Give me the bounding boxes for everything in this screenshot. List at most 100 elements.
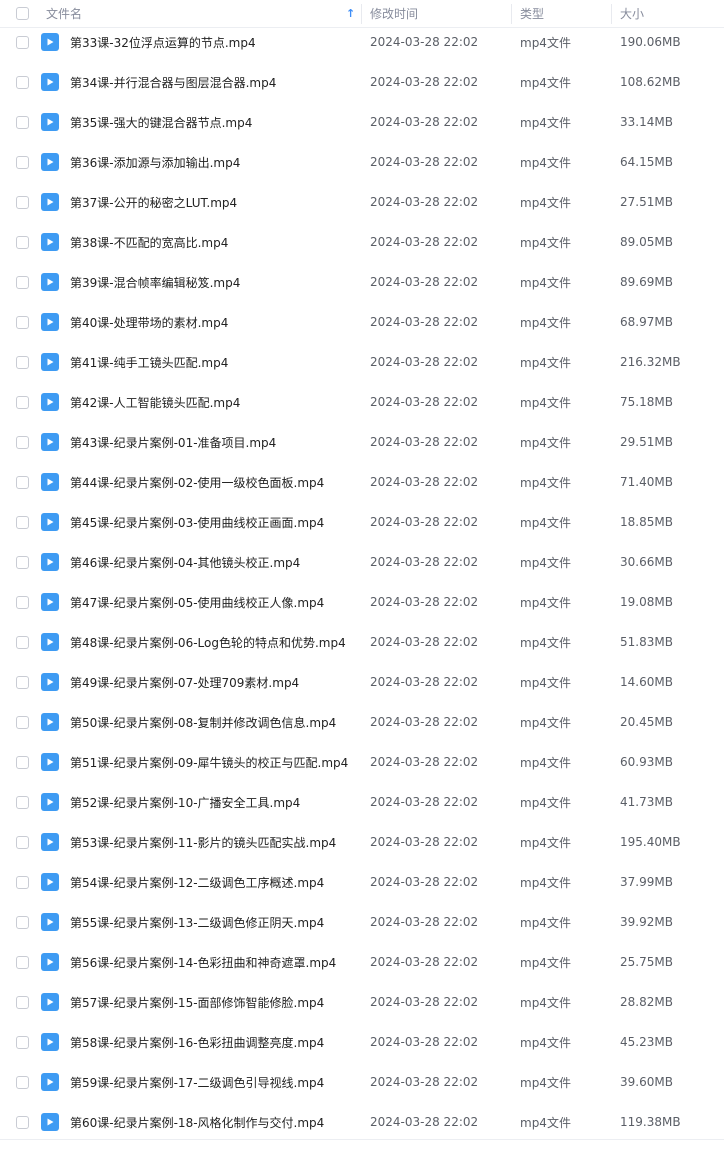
checkbox-icon[interactable] <box>16 235 29 249</box>
checkbox-icon[interactable] <box>16 555 29 569</box>
row-checkbox[interactable] <box>16 502 29 542</box>
checkbox-icon[interactable] <box>16 315 29 329</box>
file-name[interactable]: 第51课-纪录片案例-09-犀牛镜头的校正与匹配.mp4 <box>70 742 348 782</box>
file-row[interactable]: 第33课-32位浮点运算的节点.mp4 2024-03-28 22:02 mp4文件… <box>0 22 724 62</box>
file-name[interactable]: 第35课-强大的键混合器节点.mp4 <box>70 102 252 142</box>
file-row[interactable]: 第37课-公开的秘密之LUT.mp4 2024-03-28 22:02 mp4文件 2… <box>0 182 724 222</box>
checkbox-icon[interactable] <box>16 475 29 489</box>
checkbox-icon[interactable] <box>16 675 29 689</box>
file-name[interactable]: 第55课-纪录片案例-13-二级调色修正阴天.mp4 <box>70 902 324 942</box>
checkbox-icon[interactable] <box>16 875 29 889</box>
column-divider[interactable] <box>361 4 362 24</box>
checkbox-icon[interactable] <box>16 155 29 169</box>
file-row[interactable]: 第60课-纪录片案例-18-风格化制作与交付.mp4 2024-03-28 22:… <box>0 1102 724 1142</box>
row-checkbox[interactable] <box>16 742 29 782</box>
row-checkbox[interactable] <box>16 862 29 902</box>
checkbox-icon[interactable] <box>16 7 29 20</box>
file-name[interactable]: 第40课-处理带场的素材.mp4 <box>70 302 228 342</box>
checkbox-icon[interactable] <box>16 715 29 729</box>
file-name[interactable]: 第43课-纪录片案例-01-准备项目.mp4 <box>70 422 276 462</box>
file-row[interactable]: 第36课-添加源与添加输出.mp4 2024-03-28 22:02 mp4文件 64… <box>0 142 724 182</box>
checkbox-icon[interactable] <box>16 115 29 129</box>
row-checkbox[interactable] <box>16 782 29 822</box>
row-checkbox[interactable] <box>16 702 29 742</box>
row-checkbox[interactable] <box>16 662 29 702</box>
file-row[interactable]: 第34课-并行混合器与图层混合器.mp4 2024-03-28 22:02 mp4文… <box>0 62 724 102</box>
file-name[interactable]: 第45课-纪录片案例-03-使用曲线校正画面.mp4 <box>70 502 324 542</box>
row-checkbox[interactable] <box>16 142 29 182</box>
file-name[interactable]: 第48课-纪录片案例-06-Log色轮的特点和优势.mp4 <box>70 622 346 662</box>
checkbox-icon[interactable] <box>16 75 29 89</box>
file-row[interactable]: 第35课-强大的键混合器节点.mp4 2024-03-28 22:02 mp4文件 3… <box>0 102 724 142</box>
file-row[interactable]: 第55课-纪录片案例-13-二级调色修正阴天.mp4 2024-03-28 22:… <box>0 902 724 942</box>
row-checkbox[interactable] <box>16 582 29 622</box>
file-name[interactable]: 第42课-人工智能镜头匹配.mp4 <box>70 382 240 422</box>
checkbox-icon[interactable] <box>16 795 29 809</box>
row-checkbox[interactable] <box>16 1022 29 1062</box>
file-row[interactable]: 第53课-纪录片案例-11-影片的镜头匹配实战.mp4 2024-03-28 22… <box>0 822 724 862</box>
file-name[interactable]: 第46课-纪录片案例-04-其他镜头校正.mp4 <box>70 542 300 582</box>
file-row[interactable]: 第48课-纪录片案例-06-Log色轮的特点和优势.mp4 2024-03-28 … <box>0 622 724 662</box>
row-checkbox[interactable] <box>16 462 29 502</box>
checkbox-icon[interactable] <box>16 355 29 369</box>
file-name[interactable]: 第49课-纪录片案例-07-处理709素材.mp4 <box>70 662 299 702</box>
column-divider[interactable] <box>511 4 512 24</box>
checkbox-icon[interactable] <box>16 275 29 289</box>
file-row[interactable]: 第46课-纪录片案例-04-其他镜头校正.mp4 2024-03-28 22:02… <box>0 542 724 582</box>
row-checkbox[interactable] <box>16 182 29 222</box>
checkbox-icon[interactable] <box>16 915 29 929</box>
row-checkbox[interactable] <box>16 622 29 662</box>
file-row[interactable]: 第43课-纪录片案例-01-准备项目.mp4 2024-03-28 22:02 mp… <box>0 422 724 462</box>
checkbox-icon[interactable] <box>16 755 29 769</box>
row-checkbox[interactable] <box>16 102 29 142</box>
checkbox-icon[interactable] <box>16 395 29 409</box>
file-name[interactable]: 第54课-纪录片案例-12-二级调色工序概述.mp4 <box>70 862 324 902</box>
checkbox-icon[interactable] <box>16 955 29 969</box>
checkbox-icon[interactable] <box>16 995 29 1009</box>
row-checkbox[interactable] <box>16 982 29 1022</box>
checkbox-icon[interactable] <box>16 195 29 209</box>
file-row[interactable]: 第49课-纪录片案例-07-处理709素材.mp4 2024-03-28 22:0… <box>0 662 724 702</box>
file-row[interactable]: 第51课-纪录片案例-09-犀牛镜头的校正与匹配.mp4 2024-03-28 2… <box>0 742 724 782</box>
row-checkbox[interactable] <box>16 822 29 862</box>
file-name[interactable]: 第36课-添加源与添加输出.mp4 <box>70 142 240 182</box>
row-checkbox[interactable] <box>16 302 29 342</box>
file-name[interactable]: 第39课-混合帧率编辑秘笈.mp4 <box>70 262 240 302</box>
checkbox-icon[interactable] <box>16 35 29 49</box>
checkbox-icon[interactable] <box>16 635 29 649</box>
file-name[interactable]: 第41课-纯手工镜头匹配.mp4 <box>70 342 228 382</box>
file-row[interactable]: 第58课-纪录片案例-16-色彩扭曲调整亮度.mp4 2024-03-28 22:… <box>0 1022 724 1062</box>
row-checkbox[interactable] <box>16 422 29 462</box>
file-name[interactable]: 第53课-纪录片案例-11-影片的镜头匹配实战.mp4 <box>70 822 336 862</box>
file-row[interactable]: 第45课-纪录片案例-03-使用曲线校正画面.mp4 2024-03-28 22:… <box>0 502 724 542</box>
file-name[interactable]: 第47课-纪录片案例-05-使用曲线校正人像.mp4 <box>70 582 324 622</box>
file-name[interactable]: 第57课-纪录片案例-15-面部修饰智能修脸.mp4 <box>70 982 324 1022</box>
file-row[interactable]: 第39课-混合帧率编辑秘笈.mp4 2024-03-28 22:02 mp4文件 89… <box>0 262 724 302</box>
file-row[interactable]: 第42课-人工智能镜头匹配.mp4 2024-03-28 22:02 mp4文件 75… <box>0 382 724 422</box>
row-checkbox[interactable] <box>16 1062 29 1102</box>
file-row[interactable]: 第57课-纪录片案例-15-面部修饰智能修脸.mp4 2024-03-28 22:… <box>0 982 724 1022</box>
file-row[interactable]: 第47课-纪录片案例-05-使用曲线校正人像.mp4 2024-03-28 22:… <box>0 582 724 622</box>
file-name[interactable]: 第58课-纪录片案例-16-色彩扭曲调整亮度.mp4 <box>70 1022 324 1062</box>
checkbox-icon[interactable] <box>16 435 29 449</box>
row-checkbox[interactable] <box>16 542 29 582</box>
file-name[interactable]: 第56课-纪录片案例-14-色彩扭曲和神奇遮罩.mp4 <box>70 942 336 982</box>
row-checkbox[interactable] <box>16 22 29 62</box>
row-checkbox[interactable] <box>16 62 29 102</box>
checkbox-icon[interactable] <box>16 835 29 849</box>
row-checkbox[interactable] <box>16 262 29 302</box>
file-name[interactable]: 第60课-纪录片案例-18-风格化制作与交付.mp4 <box>70 1102 324 1142</box>
file-name[interactable]: 第52课-纪录片案例-10-广播安全工具.mp4 <box>70 782 300 822</box>
file-name[interactable]: 第33课-32位浮点运算的节点.mp4 <box>70 22 256 62</box>
checkbox-icon[interactable] <box>16 1035 29 1049</box>
file-row[interactable]: 第50课-纪录片案例-08-复制并修改调色信息.mp4 2024-03-28 22… <box>0 702 724 742</box>
checkbox-icon[interactable] <box>16 1115 29 1129</box>
file-row[interactable]: 第44课-纪录片案例-02-使用一级校色面板.mp4 2024-03-28 22:… <box>0 462 724 502</box>
file-name[interactable]: 第50课-纪录片案例-08-复制并修改调色信息.mp4 <box>70 702 336 742</box>
checkbox-icon[interactable] <box>16 515 29 529</box>
file-row[interactable]: 第41课-纯手工镜头匹配.mp4 2024-03-28 22:02 mp4文件 216… <box>0 342 724 382</box>
row-checkbox[interactable] <box>16 1102 29 1142</box>
file-name[interactable]: 第59课-纪录片案例-17-二级调色引导视线.mp4 <box>70 1062 324 1102</box>
file-name[interactable]: 第38课-不匹配的宽高比.mp4 <box>70 222 228 262</box>
column-divider[interactable] <box>611 4 612 24</box>
